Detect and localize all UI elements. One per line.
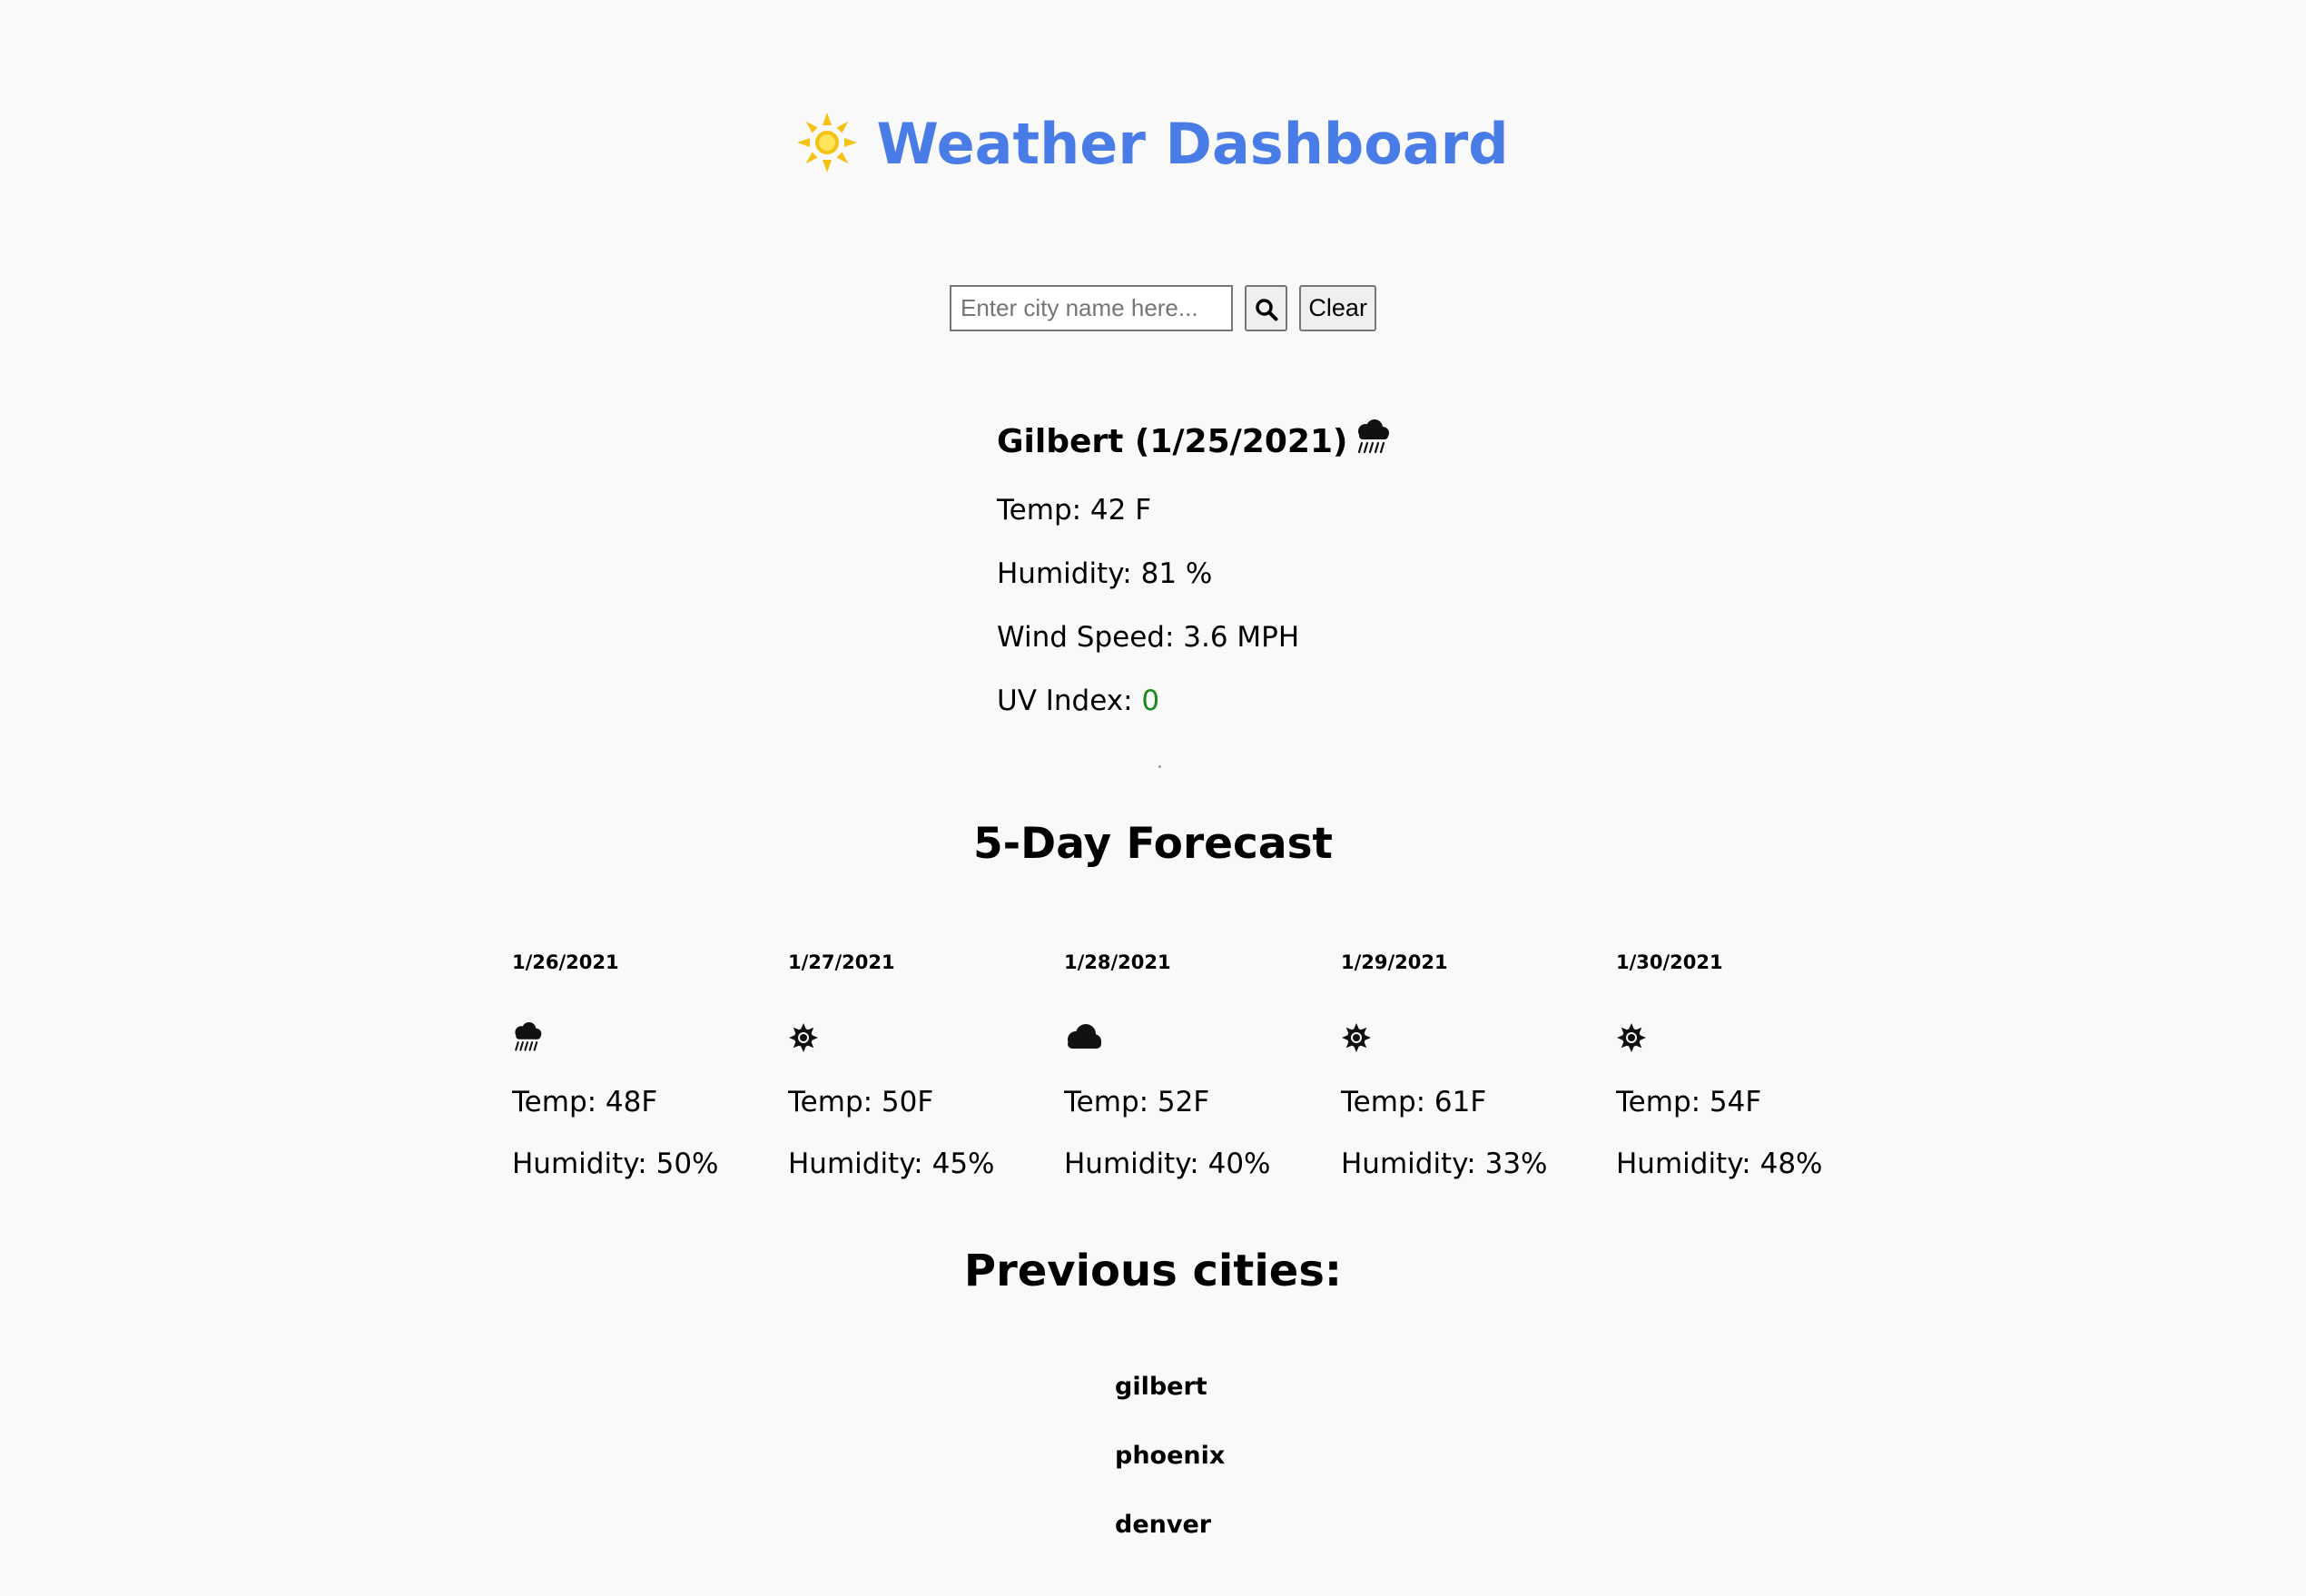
rain-icon (512, 1022, 543, 1057)
sun-icon (1616, 1022, 1647, 1057)
sun-icon (797, 112, 858, 176)
current-weather: Gilbert (1/25/2021) Temp: 42 F Humidity:… (997, 419, 1391, 717)
uv-value: 0 (1141, 685, 1160, 717)
current-wind-speed: Wind Speed: 3.6 MPH (997, 621, 1300, 654)
forecast-title: 5-Day Forecast (972, 819, 1334, 869)
cloud-icon (1064, 1022, 1102, 1057)
forecast-date: 1/29/2021 (1341, 951, 1448, 973)
header: Weather Dashboard (0, 111, 2306, 177)
previous-cities-title: Previous cities: (963, 1246, 1343, 1296)
search-bar: Clear (950, 285, 1377, 331)
forecast-date: 1/27/2021 (788, 951, 895, 973)
current-humidity: Humidity: 81 % (997, 557, 1213, 590)
current-temp: Temp: 42 F (997, 494, 1152, 527)
rain-icon (1358, 419, 1390, 454)
search-icon (1255, 299, 1278, 321)
forecast-humidity: Humidity: 45% (788, 1148, 995, 1180)
divider-dot (1158, 765, 1161, 768)
previous-city-item[interactable]: gilbert (1115, 1373, 1207, 1401)
forecast-date: 1/28/2021 (1064, 951, 1171, 973)
current-city-heading: Gilbert (1/25/2021) (997, 419, 1391, 465)
previous-city-item[interactable]: phoenix (1115, 1442, 1225, 1470)
city-search-input[interactable] (950, 285, 1233, 331)
forecast-temp: Temp: 54F (1616, 1086, 1762, 1118)
current-uv-index: UV Index: 0 (997, 685, 1159, 717)
forecast-humidity: Humidity: 40% (1064, 1148, 1271, 1180)
forecast-date: 1/30/2021 (1616, 951, 1723, 973)
forecast-humidity: Humidity: 50% (512, 1148, 719, 1180)
weather-dashboard-page: Weather Dashboard Clear Gilbert (1/25/20… (0, 0, 2306, 1596)
forecast-temp: Temp: 50F (788, 1086, 934, 1118)
sun-icon (788, 1022, 819, 1057)
page-title: Weather Dashboard (876, 111, 1509, 177)
search-button[interactable] (1245, 285, 1288, 331)
forecast-temp: Temp: 61F (1341, 1086, 1487, 1118)
current-city-label: Gilbert (1/25/2021) (997, 423, 1348, 460)
forecast-humidity: Humidity: 33% (1341, 1148, 1548, 1180)
clear-button[interactable]: Clear (1299, 285, 1377, 331)
forecast-humidity: Humidity: 48% (1616, 1148, 1823, 1180)
uv-label: UV Index: (997, 685, 1142, 717)
forecast-temp: Temp: 52F (1064, 1086, 1210, 1118)
sun-icon (1341, 1022, 1372, 1057)
forecast-date: 1/26/2021 (512, 951, 619, 973)
forecast-temp: Temp: 48F (512, 1086, 658, 1118)
previous-city-item[interactable]: denver (1115, 1511, 1211, 1539)
